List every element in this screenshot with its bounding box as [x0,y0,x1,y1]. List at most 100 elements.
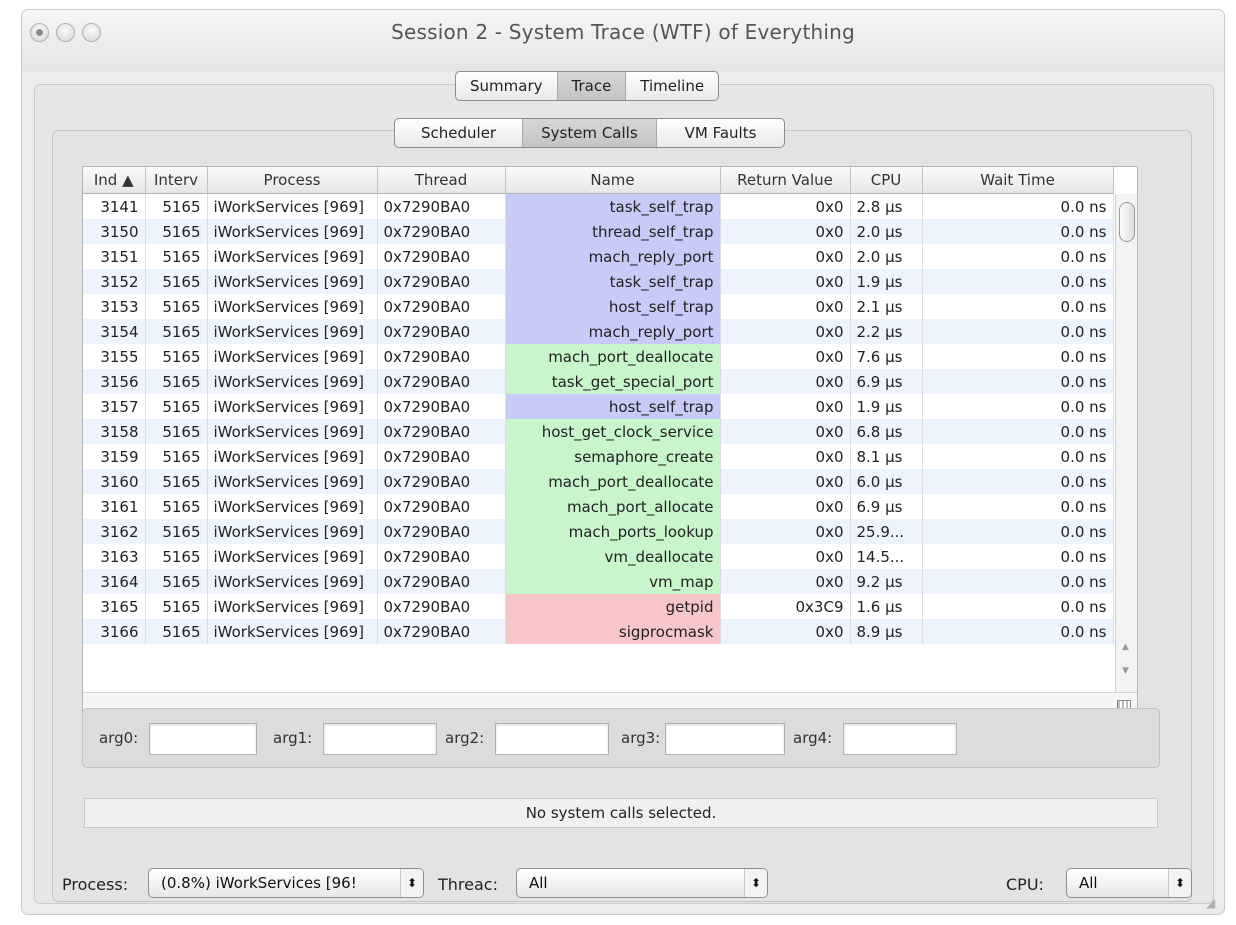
cell-name: sigprocmask [505,619,721,644]
cell-thread: 0x7290BA0 [377,519,506,544]
tab-vm-faults[interactable]: VM Faults [657,119,785,147]
cell-interv: 5165 [145,419,208,444]
table-row[interactable]: 3161 5165 iWorkServices [969] 0x7290BA0 mach… [83,494,1114,519]
cell-process: iWorkServices [969] [207,244,378,269]
cell-thread: 0x7290BA0 [377,494,506,519]
cell-return-value: 0x0 [720,369,851,394]
table-row[interactable]: 3150 5165 iWorkServices [969] 0x7290BA0 thre… [83,219,1114,244]
cell-thread: 0x7290BA0 [377,394,506,419]
cell-interv: 5165 [145,594,208,619]
column-header-wait-time[interactable]: Wait Time [922,167,1114,194]
sub-tabs: Scheduler System Calls VM Faults [394,118,786,148]
cell-wait-time: 0.0 ns [922,269,1114,294]
cell-cpu: 6.9 µs [850,369,923,394]
cell-return-value: 0x0 [720,219,851,244]
cpu-filter-value: All [1079,874,1098,892]
scroll-down-icon[interactable]: ▼ [1122,666,1129,676]
cell-wait-time: 0.0 ns [922,569,1114,594]
cell-ind: 3151 [83,244,146,269]
table-row[interactable]: 3153 5165 iWorkServices [969] 0x7290BA0 host… [83,294,1114,319]
chevron-updown-icon: ⬍ [400,869,423,897]
arg4-field[interactable] [843,723,957,755]
table-row[interactable]: 3159 5165 iWorkServices [969] 0x7290BA0 sema… [83,444,1114,469]
cell-wait-time: 0.0 ns [922,294,1114,319]
cpu-filter-label: CPU: [1006,875,1044,894]
arg0-field[interactable] [149,723,257,755]
cell-ind: 3166 [83,619,146,644]
vertical-scrollbar[interactable]: ▲ ▼ [1115,194,1137,692]
cell-cpu: 7.6 µs [850,344,923,369]
cell-thread: 0x7290BA0 [377,193,506,219]
cell-name: vm_map [505,569,721,594]
arg1-field[interactable] [323,723,437,755]
cell-interv: 5165 [145,519,208,544]
cell-cpu: 2.2 µs [850,319,923,344]
app-window: Session 2 - System Trace (WTF) of Everyt… [22,10,1224,914]
table-row[interactable]: 3157 5165 iWorkServices [969] 0x7290BA0 host… [83,394,1114,419]
tab-timeline[interactable]: Timeline [626,72,718,100]
column-header-cpu[interactable]: CPU [850,167,923,194]
cell-wait-time: 0.0 ns [922,193,1114,219]
cell-return-value: 0x0 [720,444,851,469]
table-row[interactable]: 3152 5165 iWorkServices [969] 0x7290BA0 task… [83,269,1114,294]
cell-cpu: 8.9 µs [850,619,923,644]
column-header-name[interactable]: Name [505,167,721,194]
cell-cpu: 1.9 µs [850,394,923,419]
table-row[interactable]: 3165 5165 iWorkServices [969] 0x7290BA0 getp… [83,594,1114,619]
table-row[interactable]: 3162 5165 iWorkServices [969] 0x7290BA0 mach… [83,519,1114,544]
cell-process: iWorkServices [969] [207,444,378,469]
cell-cpu: 6.0 µs [850,469,923,494]
tab-summary[interactable]: Summary [456,72,558,100]
selection-status: No system calls selected. [84,798,1158,828]
table-row[interactable]: 3163 5165 iWorkServices [969] 0x7290BA0 vm_d… [83,544,1114,569]
column-header-ind[interactable]: Ind ▲ [83,167,146,194]
column-header-interv[interactable]: Interv [145,167,208,194]
table-row[interactable]: 3151 5165 iWorkServices [969] 0x7290BA0 mach… [83,244,1114,269]
column-header-return-value[interactable]: Return Value [720,167,851,194]
table-row[interactable]: 3156 5165 iWorkServices [969] 0x7290BA0 task… [83,369,1114,394]
table-row[interactable]: 3155 5165 iWorkServices [969] 0x7290BA0 mach… [83,344,1114,369]
process-filter-select[interactable]: (0.8%) iWorkServices [96! ⬍ [148,868,424,898]
cell-cpu: 6.9 µs [850,494,923,519]
tab-scheduler[interactable]: Scheduler [395,119,524,147]
scroll-up-icon[interactable]: ▲ [1122,642,1129,652]
column-header-thread[interactable]: Thread [377,167,506,194]
cell-interv: 5165 [145,569,208,594]
cell-thread: 0x7290BA0 [377,244,506,269]
system-calls-table: Ind ▲ Interv Process Thread Name Return … [82,166,1138,722]
table-row[interactable]: 3158 5165 iWorkServices [969] 0x7290BA0 host… [83,419,1114,444]
cell-thread: 0x7290BA0 [377,569,506,594]
cell-cpu: 6.8 µs [850,419,923,444]
cell-interv: 5165 [145,494,208,519]
table-row[interactable]: 3141 5165 iWorkServices [969] 0x7290BA0 task… [83,193,1114,219]
arg2-field[interactable] [495,723,609,755]
scroll-thumb[interactable] [1119,202,1135,242]
cpu-filter-select[interactable]: All ⬍ [1066,868,1192,898]
cell-interv: 5165 [145,619,208,644]
cell-cpu: 1.9 µs [850,269,923,294]
table-row[interactable]: 3164 5165 iWorkServices [969] 0x7290BA0 vm_m… [83,569,1114,594]
cell-interv: 5165 [145,244,208,269]
cell-name: mach_reply_port [505,244,721,269]
cell-ind: 3163 [83,544,146,569]
cell-thread: 0x7290BA0 [377,269,506,294]
cell-ind: 3160 [83,469,146,494]
column-header-process[interactable]: Process [207,167,378,194]
cell-ind: 3141 [83,193,146,219]
cell-ind: 3153 [83,294,146,319]
cell-process: iWorkServices [969] [207,569,378,594]
cell-wait-time: 0.0 ns [922,594,1114,619]
table-row[interactable]: 3166 5165 iWorkServices [969] 0x7290BA0 sigp… [83,619,1114,644]
resize-grip-icon[interactable]: ◢ [1206,896,1215,910]
cell-cpu: 1.6 µs [850,594,923,619]
top-tabs: Summary Trace Timeline [455,71,720,101]
cell-return-value: 0x0 [720,193,851,219]
tab-trace[interactable]: Trace [557,72,627,100]
thread-filter-select[interactable]: All ⬍ [516,868,768,898]
table-row[interactable]: 3160 5165 iWorkServices [969] 0x7290BA0 mach… [83,469,1114,494]
calls-grid: Ind ▲ Interv Process Thread Name Return … [83,167,1114,644]
table-row[interactable]: 3154 5165 iWorkServices [969] 0x7290BA0 mach… [83,319,1114,344]
tab-system-calls[interactable]: System Calls [523,119,657,147]
arg3-field[interactable] [665,723,785,755]
cell-thread: 0x7290BA0 [377,469,506,494]
